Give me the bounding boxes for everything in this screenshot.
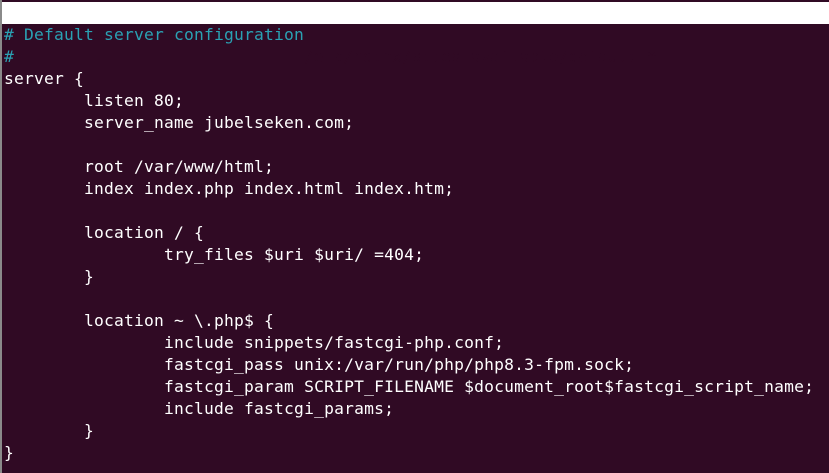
code-line[interactable]: server { [4,68,829,90]
code-line[interactable]: fastcgi_pass unix:/var/run/php/php8.3-fp… [4,354,829,376]
text-editor-area[interactable]: # Default server configuration # server { … [4,24,829,464]
code-line[interactable]: location ~ \.php$ { [4,310,829,332]
nano-title-bar: GNU nano 7.2 /etc/nginx/sites-available/… [2,2,829,66]
code-line[interactable]: } [4,420,829,442]
code-line[interactable]: listen 80; [4,90,829,112]
code-line[interactable]: } [4,266,829,288]
comment-line[interactable]: # Default server configuration [4,24,829,46]
code-line[interactable] [4,288,829,310]
code-line[interactable]: root /var/www/html; [4,156,829,178]
code-line[interactable]: server_name jubelseken.com; [4,112,829,134]
comment-line[interactable]: # [4,46,829,68]
code-line[interactable] [4,200,829,222]
code-line[interactable]: include snippets/fastcgi-php.conf; [4,332,829,354]
code-line[interactable]: location / { [4,222,829,244]
code-line[interactable]: fastcgi_param SCRIPT_FILENAME $document_… [4,376,829,398]
code-line[interactable] [4,134,829,156]
code-line[interactable]: index index.php index.html index.htm; [4,178,829,200]
code-line[interactable]: include fastcgi_params; [4,398,829,420]
window-left-edge [0,0,2,473]
code-line[interactable]: try_files $uri $uri/ =404; [4,244,829,266]
code-line[interactable]: } [4,442,829,464]
